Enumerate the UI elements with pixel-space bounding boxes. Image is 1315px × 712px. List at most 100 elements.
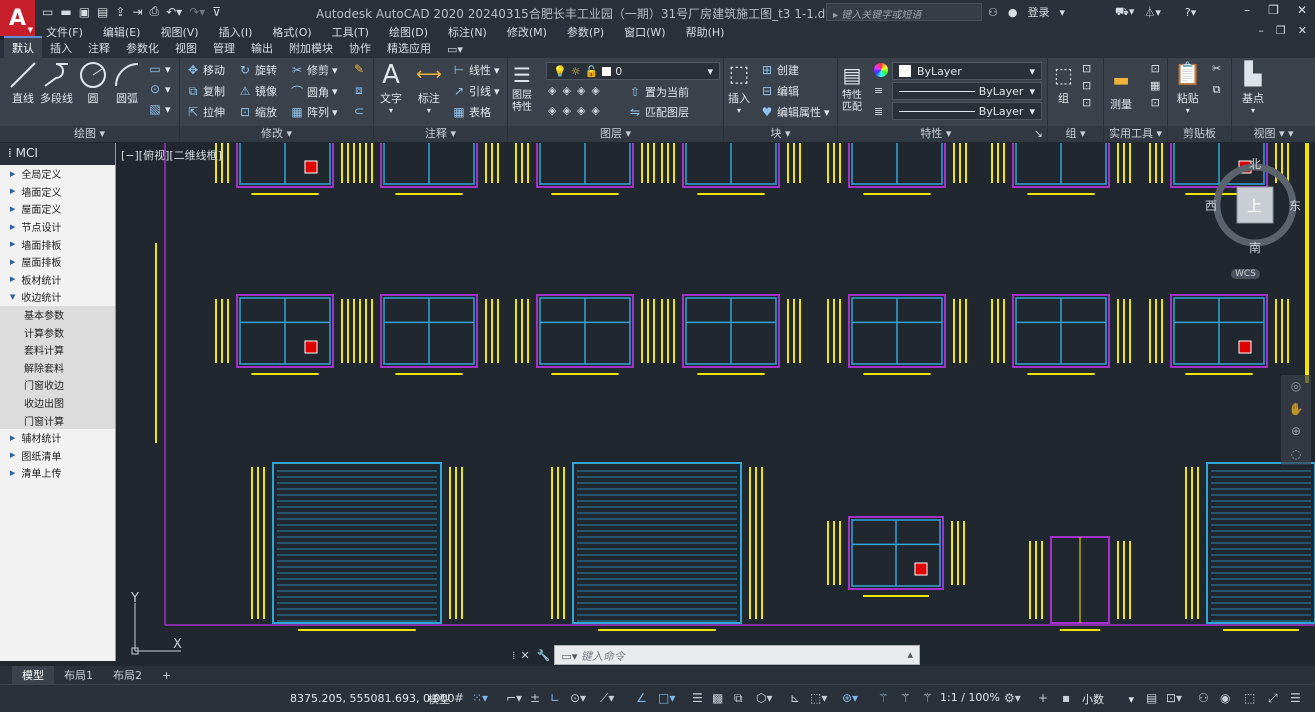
snap-mode-icon[interactable]: ⁙▾ — [472, 691, 488, 705]
tree-item-wall-def[interactable]: ▶ 墙面定义 — [0, 183, 115, 201]
layer-unlock-icon[interactable]: ◈ — [591, 104, 599, 117]
drawing-canvas[interactable]: [−][俯视][二维线框] 上 北 南 西 东 WCS ◎ ✋ ⊕ ◌ Y X — [117, 143, 1315, 661]
orbit-icon[interactable]: ◌ — [1291, 447, 1301, 461]
wcs-button[interactable]: WCS — [1231, 269, 1260, 279]
linetype-dropdown[interactable]: ByLayer ▾ — [892, 82, 1042, 100]
ribbon-toggle-icon[interactable]: ▭▾ — [439, 41, 471, 58]
tab-insert[interactable]: 插入 — [42, 38, 80, 58]
export-alt-icon[interactable]: ⇥ — [132, 5, 142, 19]
selection-cycling-icon[interactable]: ⧉ — [734, 691, 743, 706]
group-button[interactable]: ⬚ 组 — [1054, 60, 1073, 106]
annotation-monitor-icon[interactable]: + — [1038, 691, 1048, 705]
export-icon[interactable]: ⇪ — [115, 5, 125, 19]
rectangle-button[interactable]: ▭ ▾ — [148, 62, 170, 76]
workspace-gear-icon[interactable]: ⚙▾ — [1004, 691, 1021, 705]
tree-subitem-door-window-calc[interactable]: 门窗计算 — [0, 411, 115, 429]
cad-drawing[interactable] — [117, 143, 1315, 661]
table-button[interactable]: ▦ 表格 — [452, 104, 491, 120]
offset-button[interactable]: ⊂ — [352, 104, 366, 118]
clean-screen-icon[interactable]: ⬚ — [1244, 691, 1255, 705]
calculator-icon[interactable]: ▦ — [1150, 79, 1160, 92]
panel-modify-title[interactable]: 修改 ▾ — [180, 126, 373, 142]
tab-view[interactable]: 视图 — [167, 38, 205, 58]
id-point-icon[interactable]: ⊡ — [1151, 96, 1160, 109]
cart-icon[interactable]: ⛟▾ — [1115, 5, 1134, 20]
selection-filter-icon[interactable]: ⬚▾ — [810, 691, 827, 705]
open-folder-icon[interactable]: ▬ — [60, 5, 71, 19]
tree-item-panel-stats[interactable]: ▶ 板材统计 — [0, 271, 115, 289]
circle-button[interactable]: 圆 — [78, 60, 108, 106]
layer-isolate-icon[interactable]: ◈ — [562, 84, 570, 97]
cut-icon[interactable]: ✂ — [1212, 62, 1221, 75]
tab-model[interactable]: 模型 — [12, 666, 54, 684]
base-point-button[interactable]: ▙ 基点 ▾ — [1242, 60, 1264, 115]
restore-icon[interactable]: ❐ — [1268, 3, 1279, 17]
lineweight-toggle-icon[interactable]: ☰ — [692, 691, 703, 705]
dimension-button[interactable]: ⟷ 标注 ▾ — [416, 60, 442, 115]
insert-block-button[interactable]: ⬚ 插入 ▾ — [728, 60, 750, 115]
hatch-button[interactable]: ⊙ ▾ — [148, 82, 171, 96]
edit-block-button[interactable]: ⊟ 编辑 — [760, 83, 799, 99]
tree-item-roof-layout[interactable]: ▶ 屋面排板 — [0, 253, 115, 271]
rotate-button[interactable]: ↻ 旋转 — [238, 62, 277, 78]
new-file-icon[interactable]: ▭ — [42, 5, 53, 19]
binoculars-icon[interactable]: ⚇ — [988, 6, 998, 19]
compass-north[interactable]: 北 — [1249, 155, 1261, 172]
view-cube-top-face[interactable]: 上 — [1247, 195, 1262, 216]
tree-subitem-nesting-calc[interactable]: 套料计算 — [0, 340, 115, 359]
zoom-icon[interactable]: ⊕ — [1291, 424, 1301, 438]
doc-minimize-icon[interactable]: – — [1258, 24, 1264, 37]
viewport-controls-label[interactable]: [−][俯视][二维线框] — [121, 147, 222, 163]
layer-off-icon[interactable]: ◈ — [548, 84, 556, 97]
arc-button[interactable]: 圆弧 — [112, 60, 142, 106]
move-button[interactable]: ✥ 移动 — [186, 62, 225, 78]
layer-unisolate-icon[interactable]: ◈ — [562, 104, 570, 117]
triangle-tools-icon[interactable]: ⏃▾ — [1144, 4, 1161, 20]
annotation-scale-value[interactable]: 1:1 / 100% — [940, 691, 1000, 704]
panel-groups-title[interactable]: 组 ▾ — [1048, 126, 1103, 142]
object-snap-tracking-icon[interactable]: ∠ — [636, 691, 647, 705]
3d-osnap-icon[interactable]: ⬡▾ — [756, 691, 773, 705]
menu-dimension[interactable]: 标注(N) — [438, 24, 497, 40]
tab-default[interactable]: 默认 — [4, 36, 42, 58]
leader-button[interactable]: ↗ 引线 ▾ — [452, 83, 500, 99]
polar-tracking-icon[interactable]: ⊙▾ — [570, 691, 586, 705]
ungroup-icon[interactable]: ⊡ — [1082, 62, 1091, 75]
layer-lock-icon[interactable]: ◈ — [591, 84, 599, 97]
gizmo-icon[interactable]: ⊛▾ — [842, 691, 858, 705]
panel-layers-title[interactable]: 图层 ▾ — [508, 126, 723, 142]
user-icon[interactable]: ● — [1008, 6, 1018, 19]
scale-button[interactable]: ⊡ 缩放 — [238, 104, 277, 120]
ortho-icon[interactable]: ∟ — [550, 691, 560, 705]
object-snap-icon[interactable]: □▾ — [658, 691, 675, 705]
measure-button[interactable]: ▬ 测量 — [1110, 66, 1132, 112]
tree-subitem-calc-params[interactable]: 计算参数 — [0, 323, 115, 341]
tab-addins[interactable]: 附加模块 — [281, 38, 341, 58]
panel-block-title[interactable]: 块 ▾ — [724, 126, 837, 142]
steering-wheel-icon[interactable]: ◎ — [1291, 379, 1301, 393]
create-block-button[interactable]: ⊞ 创建 — [760, 62, 799, 78]
hardware-acceleration-icon[interactable]: ◉ — [1220, 691, 1230, 705]
customize-status-icon[interactable]: ☰ — [1290, 691, 1301, 705]
doc-close-icon[interactable]: ✕ — [1298, 24, 1307, 37]
help-icon[interactable]: ?▾ — [1185, 6, 1196, 19]
match-properties-button[interactable]: ▤ 特性 匹配 — [842, 60, 862, 114]
units-icon[interactable]: ▪ — [1062, 691, 1070, 705]
tab-layout-1[interactable]: 布局1 — [54, 666, 103, 684]
array-button[interactable]: ▦ 阵列 ▾ — [290, 104, 337, 120]
explode-button[interactable]: ⧈ — [352, 83, 366, 98]
pan-icon[interactable]: ✋ — [1289, 402, 1304, 416]
lock-ui-icon[interactable]: ⊡▾ — [1166, 691, 1182, 705]
layer-thaw-icon[interactable]: ◈ — [577, 104, 585, 117]
tab-annotate[interactable]: 注释 — [80, 38, 118, 58]
redo-icon[interactable]: ↷▾ — [189, 5, 205, 19]
annotation-visibility-icon[interactable]: ⚚ — [878, 691, 889, 705]
save-as-icon[interactable]: ▤ — [97, 5, 108, 19]
tree-item-flashing-stats[interactable]: ▼ 收边统计 — [0, 288, 115, 306]
annotation-scale-icon[interactable]: ⚚ — [922, 691, 933, 705]
tree-item-node-design[interactable]: ▶ 节点设计 — [0, 218, 115, 236]
close-icon[interactable]: ✕ — [1297, 3, 1307, 17]
dynamic-input-icon[interactable]: ± — [530, 691, 540, 705]
tab-manage[interactable]: 管理 — [205, 38, 243, 58]
transparency-icon[interactable]: ▩ — [712, 691, 723, 705]
